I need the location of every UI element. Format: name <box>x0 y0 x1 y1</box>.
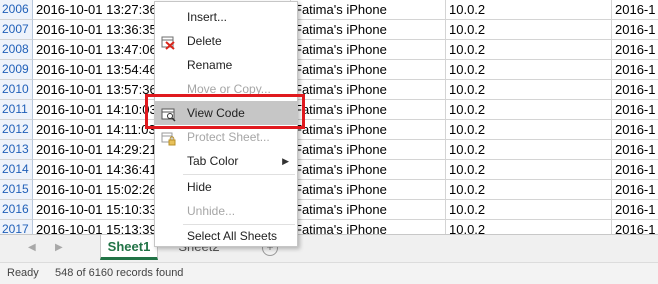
nav-left-icon[interactable]: ◀ <box>28 242 36 253</box>
row-number[interactable]: 2013 <box>0 140 33 160</box>
table-row[interactable]: 2013 2016-10-01 14:29:21 Fatima's iPhone… <box>0 140 658 160</box>
status-ready: Ready <box>7 267 39 279</box>
menu-item-label: Tab Color <box>187 154 239 168</box>
row-number[interactable]: 2012 <box>0 120 33 140</box>
table-row[interactable]: 2008 2016-10-01 13:47:06 Fatima's iPhone… <box>0 40 658 60</box>
cell-device[interactable]: Fatima's iPhone <box>291 160 446 180</box>
menu-item-label: Unhide... <box>187 204 236 218</box>
row-number[interactable]: 2009 <box>0 60 33 80</box>
sheet-tab-bar: ◀ ▶ Sheet1 Sheet2 + <box>0 234 658 262</box>
row-number[interactable]: 2015 <box>0 180 33 200</box>
cell-version[interactable]: 10.0.2 <box>446 40 612 60</box>
worksheet-grid: 2006 2016-10-01 13:27:36 Fatima's iPhone… <box>0 0 658 234</box>
cell-device[interactable]: Fatima's iPhone <box>291 220 446 234</box>
cell-device[interactable]: Fatima's iPhone <box>291 40 446 60</box>
table-row[interactable]: 2010 2016-10-01 13:57:36 Fatima's iPhone… <box>0 80 658 100</box>
menu-item-label: Hide <box>187 180 212 194</box>
cell-version[interactable]: 10.0.2 <box>446 220 612 234</box>
cell-version[interactable]: 10.0.2 <box>446 0 612 20</box>
menu-item-label: Insert... <box>187 10 228 24</box>
cell-next[interactable]: 2016-1 <box>612 20 658 40</box>
table-row[interactable]: 2006 2016-10-01 13:27:36 Fatima's iPhone… <box>0 0 658 20</box>
row-number[interactable]: 2010 <box>0 80 33 100</box>
cell-version[interactable]: 10.0.2 <box>446 80 612 100</box>
table-row[interactable]: 2014 2016-10-01 14:36:41 Fatima's iPhone… <box>0 160 658 180</box>
menu-item-tab-color[interactable]: Tab Color ▶ <box>155 149 297 173</box>
menu-item-insert[interactable]: Insert... <box>155 5 297 29</box>
cell-next[interactable]: 2016-1 <box>612 160 658 180</box>
tab-sheet1[interactable]: Sheet1 <box>100 235 158 260</box>
cell-version[interactable]: 10.0.2 <box>446 200 612 220</box>
cell-next[interactable]: 2016-1 <box>612 180 658 200</box>
menu-item-label: Select All Sheets <box>187 229 278 243</box>
cell-version[interactable]: 10.0.2 <box>446 160 612 180</box>
cell-next[interactable]: 2016-1 <box>612 40 658 60</box>
cell-device[interactable]: Fatima's iPhone <box>291 0 446 20</box>
cell-device[interactable]: Fatima's iPhone <box>291 120 446 140</box>
cell-device[interactable]: Fatima's iPhone <box>291 200 446 220</box>
menu-item-rename[interactable]: Rename <box>155 53 297 77</box>
cell-device[interactable]: Fatima's iPhone <box>291 20 446 40</box>
cell-next[interactable]: 2016-1 <box>612 100 658 120</box>
cell-next[interactable]: 2016-1 <box>612 0 658 20</box>
cell-device[interactable]: Fatima's iPhone <box>291 140 446 160</box>
protect-sheet-icon <box>161 130 176 146</box>
status-records: 548 of 6160 records found <box>55 267 184 279</box>
cell-next[interactable]: 2016-1 <box>612 200 658 220</box>
cell-version[interactable]: 10.0.2 <box>446 120 612 140</box>
cell-next[interactable]: 2016-1 <box>612 140 658 160</box>
highlight-annotation <box>145 94 305 129</box>
menu-item-unhide: Unhide... <box>155 199 297 223</box>
delete-sheet-icon <box>161 34 176 50</box>
menu-item-delete[interactable]: Delete <box>155 29 297 53</box>
cell-next[interactable]: 2016-1 <box>612 120 658 140</box>
submenu-arrow-icon: ▶ <box>282 156 289 166</box>
menu-item-hide[interactable]: Hide <box>155 175 297 199</box>
cell-next[interactable]: 2016-1 <box>612 80 658 100</box>
cell-version[interactable]: 10.0.2 <box>446 20 612 40</box>
status-bar: Ready 548 of 6160 records found <box>0 262 658 284</box>
table-row[interactable]: 2015 2016-10-01 15:02:26 Fatima's iPhone… <box>0 180 658 200</box>
cell-next[interactable]: 2016-1 <box>612 60 658 80</box>
menu-item-label: Delete <box>187 34 222 48</box>
cell-version[interactable]: 10.0.2 <box>446 100 612 120</box>
cell-device[interactable]: Fatima's iPhone <box>291 60 446 80</box>
menu-item-label: Rename <box>187 58 233 72</box>
row-number[interactable]: 2008 <box>0 40 33 60</box>
row-number[interactable]: 2006 <box>0 0 33 20</box>
cell-device[interactable]: Fatima's iPhone <box>291 180 446 200</box>
row-number[interactable]: 2016 <box>0 200 33 220</box>
table-row[interactable]: 2017 2016-10-01 15:13:39 Fatima's iPhone… <box>0 220 658 234</box>
row-number[interactable]: 2014 <box>0 160 33 180</box>
menu-item-select-all-sheets[interactable]: Select All Sheets <box>155 224 297 248</box>
table-row[interactable]: 2011 2016-10-01 14:10:03 Fatima's iPhone… <box>0 100 658 120</box>
table-row[interactable]: 2007 2016-10-01 13:36:35 Fatima's iPhone… <box>0 20 658 40</box>
cell-version[interactable]: 10.0.2 <box>446 180 612 200</box>
nav-right-icon[interactable]: ▶ <box>55 242 63 253</box>
table-row[interactable]: 2016 2016-10-01 15:10:33 Fatima's iPhone… <box>0 200 658 220</box>
cell-version[interactable]: 10.0.2 <box>446 140 612 160</box>
table-row[interactable]: 2009 2016-10-01 13:54:46 Fatima's iPhone… <box>0 60 658 80</box>
row-number[interactable]: 2011 <box>0 100 33 120</box>
cell-next[interactable]: 2016-1 <box>612 220 658 234</box>
row-number[interactable]: 2017 <box>0 220 33 234</box>
table-row[interactable]: 2012 2016-10-01 14:11:03 Fatima's iPhone… <box>0 120 658 140</box>
row-number[interactable]: 2007 <box>0 20 33 40</box>
cell-version[interactable]: 10.0.2 <box>446 60 612 80</box>
cell-device[interactable]: Fatima's iPhone <box>291 80 446 100</box>
cell-device[interactable]: Fatima's iPhone <box>291 100 446 120</box>
